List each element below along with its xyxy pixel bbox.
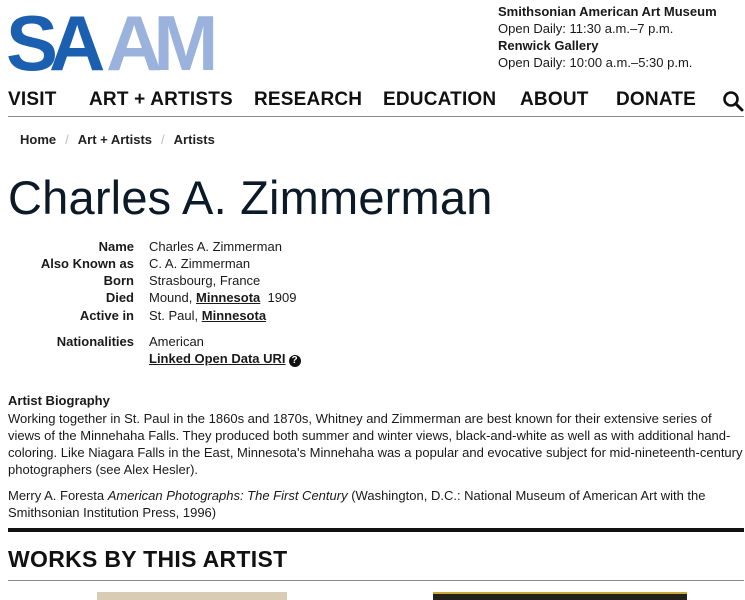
gallery-name[interactable]: Renwick Gallery xyxy=(498,37,717,54)
active-place: St. Paul, xyxy=(149,308,199,323)
question-icon[interactable]: ? xyxy=(288,355,301,367)
main-nav: VISIT ART + ARTISTS RESEARCH EDUCATION A… xyxy=(8,88,744,117)
section-divider xyxy=(8,528,744,532)
fact-label: Also Known as xyxy=(40,256,134,271)
died-state-link[interactable]: Minnesota xyxy=(196,290,260,305)
nav-item-donate[interactable]: DONATE xyxy=(616,89,696,111)
visit-hours: Smithsonian American Art Museum Open Dai… xyxy=(498,3,717,71)
work-thumbnail[interactable] xyxy=(433,592,687,600)
fact-value: C. A. Zimmerman xyxy=(149,256,251,271)
breadcrumb: Home / Art + Artists / Artists xyxy=(20,132,215,147)
fact-name: Name Charles A. Zimmerman xyxy=(0,239,745,256)
fact-lod: Linked Open Data URI? xyxy=(0,351,745,368)
gallery-hours: Open Daily: 10:00 a.m.–5:30 p.m. xyxy=(498,55,693,70)
biography-text: Working together in St. Paul in the 1860… xyxy=(8,411,743,477)
lod-value: Linked Open Data URI? xyxy=(149,351,301,367)
works-heading: WORKS BY THIS ARTIST xyxy=(8,546,288,572)
fact-nationalities: Nationalities American xyxy=(0,334,745,351)
citation-author: Merry A. Foresta xyxy=(8,488,105,503)
fact-value: American xyxy=(149,334,204,349)
logo-text: SA xyxy=(8,8,104,74)
citation-title: American Photographs: The First Century xyxy=(107,488,348,503)
search-icon[interactable] xyxy=(722,90,744,112)
biography-citation: Merry A. Foresta American Photographs: T… xyxy=(8,487,744,521)
biography-heading: Artist Biography xyxy=(8,393,110,408)
linked-open-data-link[interactable]: Linked Open Data URI xyxy=(149,351,286,366)
fact-label: Active in xyxy=(79,308,134,323)
museum-name[interactable]: Smithsonian American Art Museum xyxy=(498,3,717,20)
nav-item-research[interactable]: RESEARCH xyxy=(254,89,362,111)
heading-underline xyxy=(8,580,744,581)
fact-active-in: Active in St. Paul, Minnesota xyxy=(0,308,745,325)
breadcrumb-artists[interactable]: Artists xyxy=(174,132,215,147)
nav-item-visit[interactable]: VISIT xyxy=(8,89,57,111)
fact-label: Name xyxy=(98,239,134,254)
fact-died: Died Mound, Minnesota 1909 xyxy=(0,290,745,307)
breadcrumb-art-artists[interactable]: Art + Artists xyxy=(78,132,152,147)
fact-label: Died xyxy=(105,290,134,305)
active-state-link[interactable]: Minnesota xyxy=(202,308,266,323)
fact-label: Born xyxy=(103,273,134,288)
fact-value: St. Paul, Minnesota xyxy=(149,308,266,323)
nav-item-about[interactable]: ABOUT xyxy=(520,89,589,111)
breadcrumb-separator: / xyxy=(161,132,165,147)
fact-value: Strasbourg, France xyxy=(149,273,261,288)
nav-item-art-artists[interactable]: ART + ARTISTS xyxy=(89,89,233,111)
museum-hours: Open Daily: 11:30 a.m.–7 p.m. xyxy=(498,21,674,36)
page-title: Charles A. Zimmerman xyxy=(8,171,493,224)
nav-item-education[interactable]: EDUCATION xyxy=(383,89,496,111)
fact-label: Nationalities xyxy=(56,334,134,349)
search-icon-svg xyxy=(723,91,744,112)
fact-aka: Also Known as C. A. Zimmerman xyxy=(0,256,745,273)
logo-text-overlay: AM xyxy=(106,8,213,74)
saam-logo[interactable]: SA AM xyxy=(6,0,222,87)
died-year: 1909 xyxy=(267,290,297,305)
fact-born: Born Strasbourg, France xyxy=(0,273,745,290)
work-thumbnail[interactable] xyxy=(97,592,287,600)
died-place: Mound, xyxy=(149,290,193,305)
saam-logo-mark: SA AM xyxy=(6,0,222,87)
fact-value: Mound, Minnesota 1909 xyxy=(149,290,296,305)
breadcrumb-separator: / xyxy=(65,132,69,147)
breadcrumb-home[interactable]: Home xyxy=(20,132,56,147)
fact-value: Charles A. Zimmerman xyxy=(149,239,282,254)
